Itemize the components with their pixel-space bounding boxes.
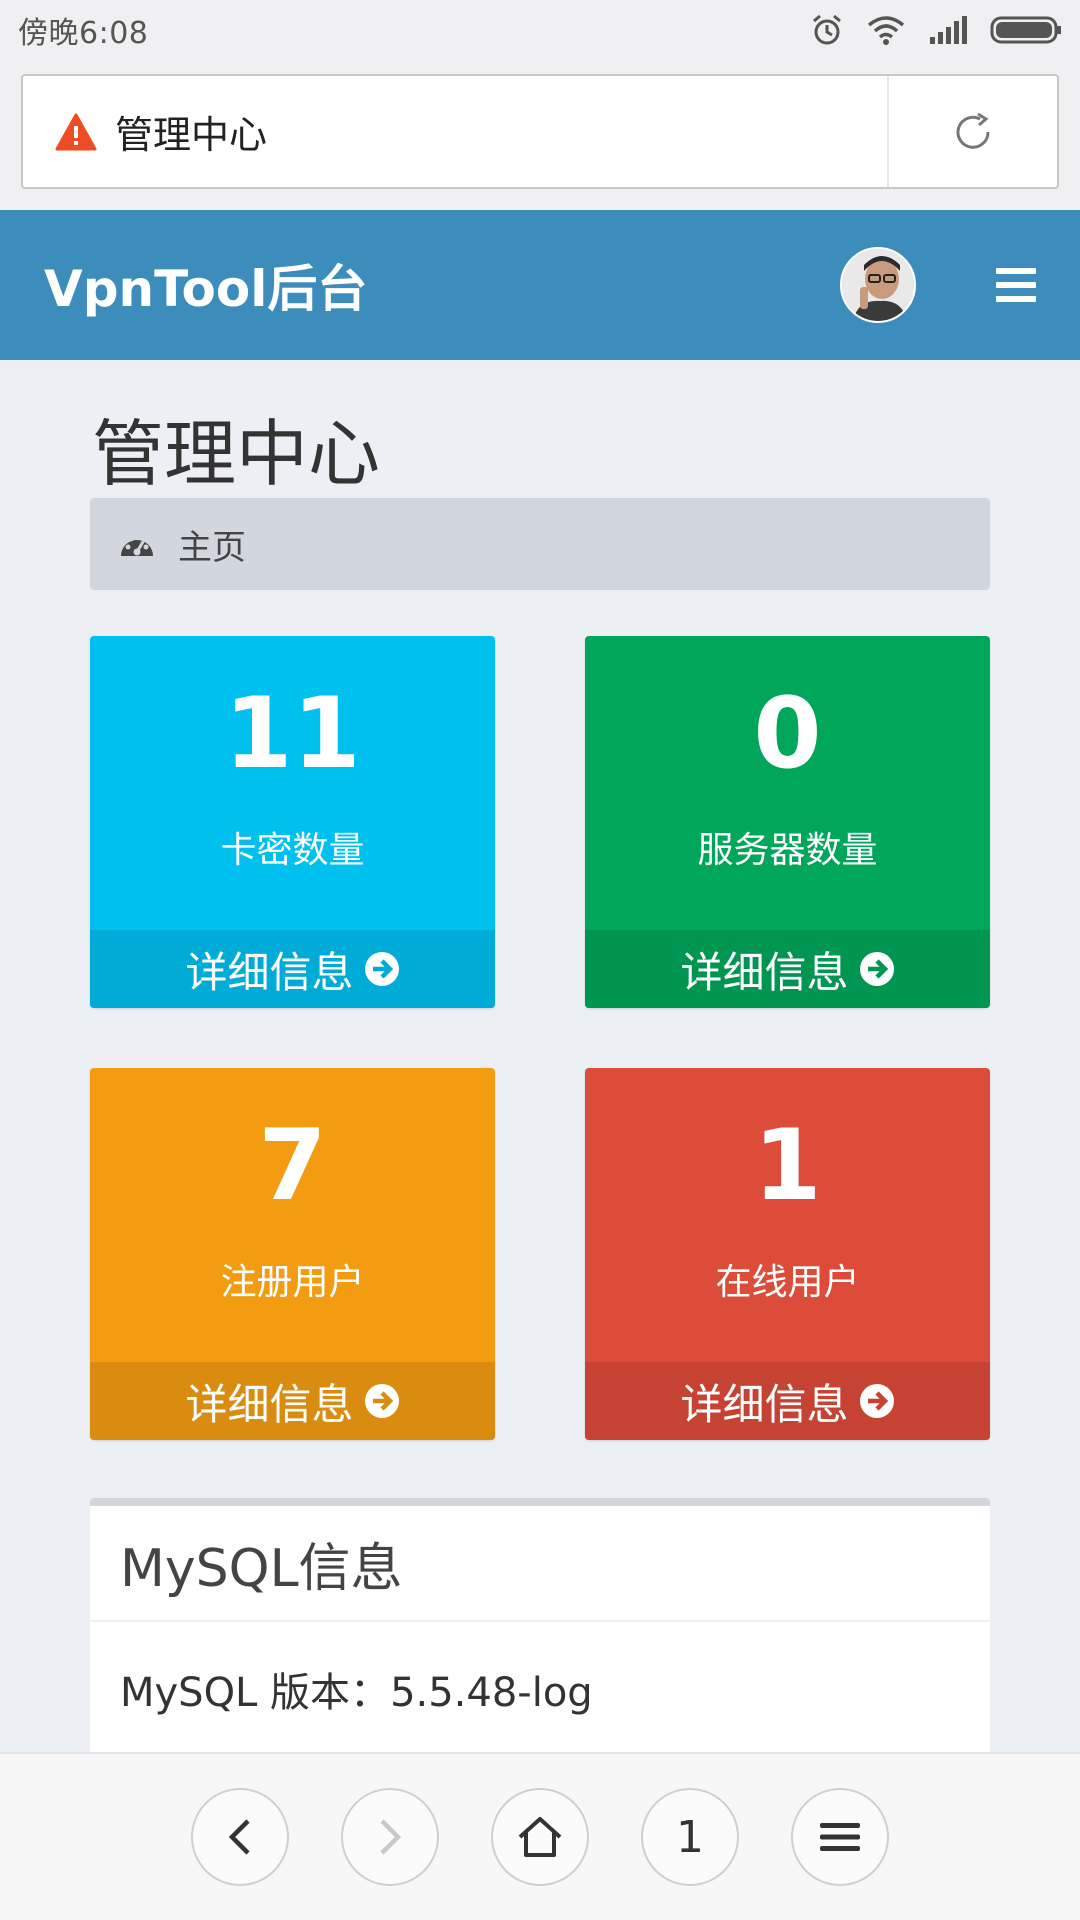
stat-details-link[interactable]: 详细信息 <box>585 930 990 1008</box>
details-link-label: 详细信息 <box>185 947 354 997</box>
reload-button[interactable] <box>889 76 1057 187</box>
arrow-circle-right-icon <box>859 1384 894 1418</box>
stat-value: 7 <box>258 1109 327 1223</box>
back-button[interactable] <box>191 1788 289 1886</box>
menu-bar <box>996 282 1036 288</box>
stat-details-link[interactable]: 详细信息 <box>585 1362 990 1440</box>
wifi-icon <box>867 16 905 45</box>
browser-menu-button[interactable] <box>791 1788 889 1886</box>
breadcrumb-home-link[interactable]: 主页 <box>178 520 246 569</box>
stat-label: 服务器数量 <box>697 830 878 871</box>
browser-page-title[interactable]: 管理中心 <box>115 104 887 159</box>
address-bar[interactable]: 管理中心 <box>21 74 1059 189</box>
dashboard-icon <box>121 533 153 556</box>
browser-bottom-nav: 1 <box>0 1752 1080 1920</box>
stat-box-registered-users: 7 注册用户 详细信息 <box>90 1068 495 1440</box>
menu-bar <box>996 268 1036 274</box>
stat-value: 1 <box>753 1109 822 1223</box>
menu-icon <box>820 1823 860 1851</box>
page-title: 管理中心 <box>92 412 381 496</box>
warning-icon <box>55 113 97 150</box>
status-bar: 傍晚6:08 <box>0 0 1080 60</box>
menu-bar <box>996 296 1036 302</box>
brand-logo[interactable]: VpnTool后台 <box>44 249 840 321</box>
status-icons <box>810 13 1062 47</box>
stat-label: 在线用户 <box>715 1262 860 1303</box>
stat-details-link[interactable]: 详细信息 <box>90 930 495 1008</box>
tabs-button[interactable]: 1 <box>641 1788 739 1886</box>
details-link-label: 详细信息 <box>680 1379 849 1429</box>
mysql-version-value: 5.5.48-log <box>390 1670 593 1716</box>
stat-label: 注册用户 <box>220 1262 365 1303</box>
stat-details-link[interactable]: 详细信息 <box>90 1362 495 1440</box>
reload-icon <box>956 112 990 149</box>
forward-button[interactable] <box>341 1788 439 1886</box>
details-link-label: 详细信息 <box>185 1379 354 1429</box>
mysql-info-panel: MySQL信息 MySQL 版本：5.5.48-log <box>90 1498 990 1758</box>
panel-title: MySQL信息 <box>90 1506 990 1622</box>
stat-label: 卡密数量 <box>220 830 365 871</box>
avatar-image <box>842 249 914 321</box>
browser-toolbar: 管理中心 <box>0 60 1080 210</box>
stat-box-cards: 11 卡密数量 详细信息 <box>90 636 495 1008</box>
app-header: VpnTool后台 <box>0 210 1080 360</box>
arrow-circle-right-icon <box>364 1384 399 1418</box>
tab-count: 1 <box>676 1811 704 1863</box>
user-avatar[interactable] <box>840 247 916 323</box>
stat-value: 0 <box>753 677 822 791</box>
stat-box-servers: 0 服务器数量 详细信息 <box>585 636 990 1008</box>
signal-icon <box>930 16 967 44</box>
breadcrumb: 主页 <box>90 498 990 590</box>
arrow-circle-right-icon <box>364 952 399 986</box>
details-link-label: 详细信息 <box>680 947 849 997</box>
arrow-circle-right-icon <box>859 952 894 986</box>
home-button[interactable] <box>491 1788 589 1886</box>
sidebar-toggle-button[interactable] <box>996 268 1036 302</box>
battery-icon <box>990 16 1061 44</box>
chevron-right-icon <box>380 1819 402 1855</box>
chevron-left-icon <box>228 1819 250 1855</box>
stat-value: 11 <box>224 677 361 791</box>
home-icon <box>518 1817 562 1857</box>
mysql-version-label: MySQL 版本： <box>120 1670 391 1716</box>
alarm-icon <box>813 14 841 45</box>
mysql-version-row: MySQL 版本：5.5.48-log <box>90 1622 990 1756</box>
status-time: 傍晚6:08 <box>18 16 149 51</box>
stat-box-online-users: 1 在线用户 详细信息 <box>585 1068 990 1440</box>
